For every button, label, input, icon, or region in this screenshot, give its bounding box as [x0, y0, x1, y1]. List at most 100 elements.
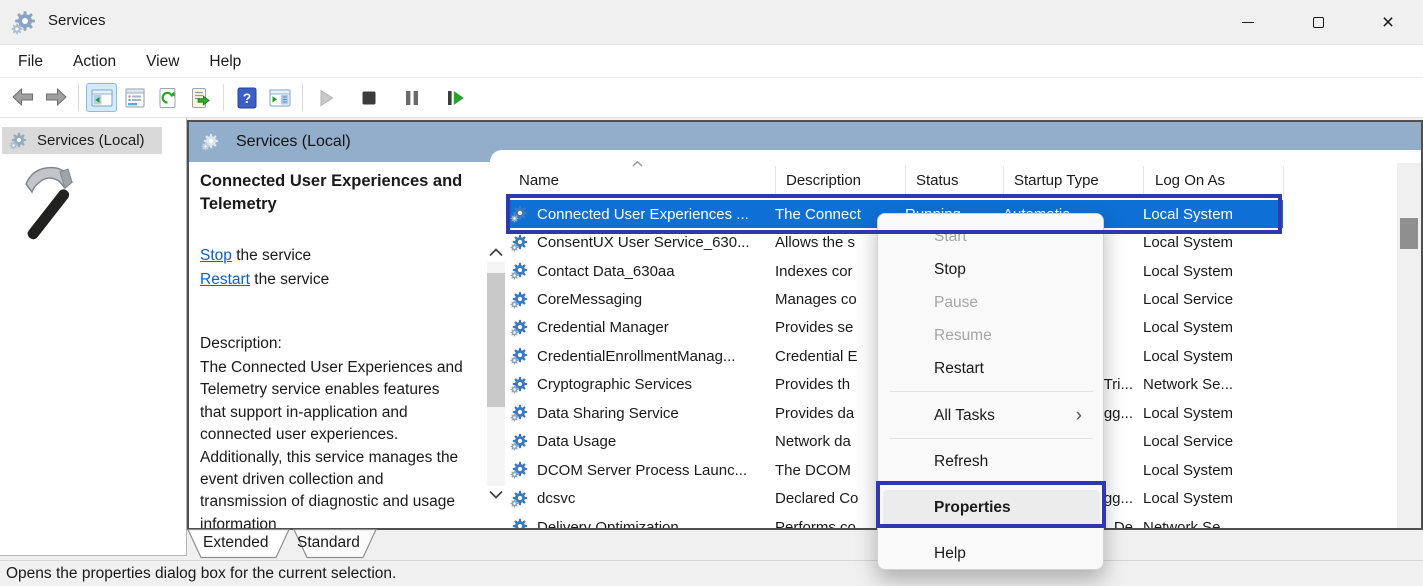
status-bar: Opens the properties dialog box for the … — [0, 560, 1423, 586]
column-header-description[interactable]: Description — [786, 172, 861, 189]
service-name: Delivery Optimization — [537, 519, 679, 528]
service-log-on-as: Local System — [1143, 206, 1283, 223]
column-header-status[interactable]: Status — [916, 172, 959, 189]
context-menu-item-pause: Pause — [883, 287, 1100, 319]
help-button[interactable]: ? — [231, 83, 262, 112]
list-scrollbar-track[interactable] — [1397, 163, 1421, 528]
pause-service-icon — [400, 86, 424, 110]
service-log-on-as: Local System — [1143, 263, 1283, 280]
help-icon: ? — [235, 86, 259, 110]
properties-dialog-button[interactable] — [119, 83, 150, 112]
context-menu-item-refresh[interactable]: Refresh — [883, 446, 1100, 478]
stop-service-icon — [357, 86, 381, 110]
service-action-links: Stop the service Restart the service — [200, 244, 329, 291]
context-menu-item-stop[interactable]: Stop — [883, 254, 1100, 286]
service-log-on-as: Local Service — [1143, 433, 1283, 450]
tab-extended[interactable]: Extended — [203, 534, 269, 552]
minimize-icon — [1242, 22, 1254, 23]
column-header-startup-type[interactable]: Startup Type — [1014, 172, 1099, 189]
menu-action[interactable]: Action — [58, 45, 131, 78]
service-name: DCOM Server Process Launc... — [537, 462, 747, 479]
context-menu-item-start: Start — [883, 221, 1100, 253]
service-name: ConsentUX User Service_630... — [537, 234, 750, 251]
context-menu-item-restart[interactable]: Restart — [883, 353, 1100, 385]
all-tasks-label: All Tasks — [934, 407, 995, 424]
services-window: Services × File Action View Help — [0, 0, 1423, 586]
service-name: CoreMessaging — [537, 291, 642, 308]
service-log-on-as: Local Service — [1143, 291, 1283, 308]
chevron-down-icon — [487, 489, 505, 500]
status-bar-text: Opens the properties dialog box for the … — [6, 565, 396, 583]
context-menu-item-help[interactable]: Help — [883, 538, 1100, 570]
show-console-tree-icon — [90, 86, 114, 110]
menu-help[interactable]: Help — [194, 45, 256, 78]
column-divider — [1003, 166, 1004, 196]
description-scroll-up-button[interactable] — [487, 245, 505, 263]
context-menu-item-properties[interactable]: Properties — [883, 490, 1100, 526]
description-scrollbar-track[interactable] — [487, 262, 505, 486]
menu-file[interactable]: File — [0, 45, 58, 78]
column-divider — [905, 166, 906, 196]
properties-dialog-icon — [123, 86, 147, 110]
back-icon — [11, 86, 35, 110]
service-gear-icon — [511, 518, 529, 528]
service-gear-icon — [511, 376, 529, 394]
service-name: Contact Data_630aa — [537, 263, 675, 280]
service-gear-icon — [511, 433, 529, 451]
context-menu-item-all-tasks[interactable]: All Tasks › — [883, 400, 1100, 432]
description-scroll-down-button[interactable] — [487, 487, 505, 505]
column-header-name[interactable]: Name — [519, 172, 559, 189]
menu-separator — [890, 438, 1093, 439]
description-scrollbar-thumb[interactable] — [487, 273, 505, 407]
service-name: Connected User Experiences ... — [537, 206, 749, 223]
service-log-on-as: Local System — [1143, 490, 1283, 507]
menu-view[interactable]: View — [131, 45, 194, 78]
export-list-button[interactable] — [185, 83, 216, 112]
menu-bar: File Action View Help — [0, 45, 1423, 78]
tab-standard[interactable]: Standard — [297, 534, 360, 552]
toolbar-separator — [223, 84, 224, 111]
back-button[interactable] — [7, 83, 38, 112]
service-gear-icon — [511, 461, 529, 479]
svg-text:?: ? — [242, 90, 251, 106]
service-gear-icon — [511, 319, 529, 337]
services-app-icon — [13, 10, 39, 36]
toolbar: ? — [0, 78, 1423, 118]
service-log-on-as: Local System — [1143, 405, 1283, 422]
service-log-on-as: Network Se... — [1143, 376, 1283, 393]
maximize-button[interactable] — [1283, 0, 1353, 45]
service-name: Credential Manager — [537, 319, 669, 336]
minimize-button[interactable] — [1213, 0, 1283, 45]
service-name: CredentialEnrollmentManag... — [537, 348, 735, 365]
service-name: dcsvc — [537, 490, 575, 507]
stop-link-suffix: the service — [232, 247, 311, 264]
restart-service-link[interactable]: Restart — [200, 271, 250, 288]
context-menu: Start Stop Pause Resume Restart All Task… — [877, 213, 1104, 570]
refresh-button[interactable] — [152, 83, 183, 112]
service-log-on-as: Local System — [1143, 462, 1283, 479]
column-divider — [1283, 166, 1284, 196]
close-button[interactable]: × — [1353, 0, 1423, 45]
description-label: Description: — [200, 335, 282, 353]
stop-service-link[interactable]: Stop — [200, 247, 232, 264]
selected-service-title: Connected User Experiences and Telemetry — [200, 170, 490, 216]
hammer-cursor-icon — [16, 162, 78, 248]
service-name: Data Sharing Service — [537, 405, 679, 422]
toolbar-separator — [302, 84, 303, 111]
forward-button[interactable] — [40, 83, 71, 112]
tree-item-label: Services (Local) — [37, 132, 145, 149]
restart-service-button[interactable] — [439, 83, 470, 112]
show-action-pane-button[interactable] — [264, 83, 295, 112]
restart-link-suffix: the service — [250, 271, 329, 288]
service-gear-icon — [511, 262, 529, 280]
list-scrollbar-thumb[interactable] — [1400, 218, 1418, 249]
refresh-icon — [156, 86, 180, 110]
column-header-log-on-as[interactable]: Log On As — [1155, 172, 1225, 189]
window-title: Services — [48, 12, 106, 29]
show-console-tree-button[interactable] — [86, 83, 117, 112]
close-icon: × — [1382, 12, 1394, 33]
service-gear-icon — [511, 490, 529, 508]
stop-service-button[interactable] — [353, 83, 384, 112]
service-name: Cryptographic Services — [537, 376, 692, 393]
tree-item-services-local[interactable]: Services (Local) — [2, 127, 162, 154]
